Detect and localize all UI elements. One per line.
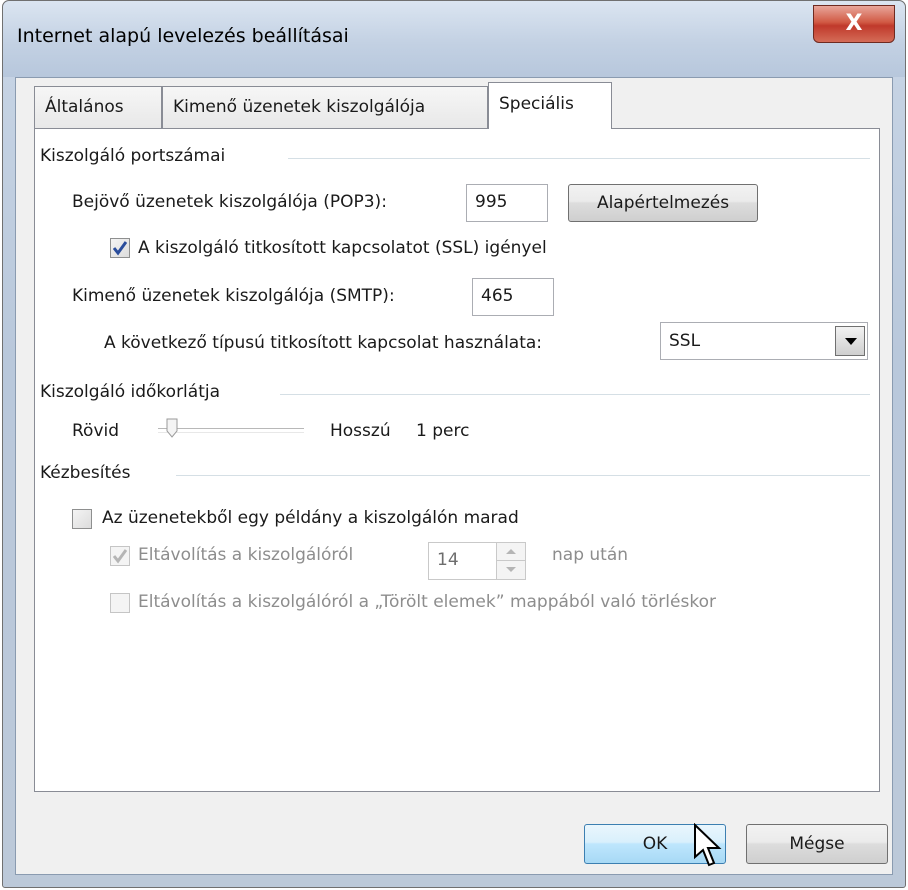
leave-copy-label: Az üzenetekből egy példány a kiszolgálón… bbox=[102, 508, 519, 528]
close-button[interactable]: X bbox=[813, 5, 895, 43]
mouse-pointer-icon bbox=[693, 822, 723, 869]
tab-general[interactable]: Általános bbox=[34, 86, 162, 128]
smtp-port-label: Kimenő üzenetek kiszolgálója (SMTP): bbox=[72, 286, 395, 306]
tab-outgoing-server[interactable]: Kimenő üzenetek kiszolgálója bbox=[162, 86, 488, 128]
divider bbox=[288, 158, 870, 159]
window-title: Internet alapú levelezés beállításai bbox=[17, 25, 349, 47]
tab-general-label: Általános bbox=[45, 97, 124, 117]
encryption-type-select[interactable]: SSL bbox=[660, 322, 868, 360]
smtp-port-input[interactable]: 465 bbox=[472, 278, 554, 316]
ssl-required-checkbox[interactable] bbox=[110, 238, 130, 258]
encryption-type-value: SSL bbox=[669, 331, 701, 351]
group-label-timeout: Kiszolgáló időkorlátja bbox=[40, 382, 227, 402]
spin-up-icon[interactable] bbox=[497, 543, 525, 561]
tab-advanced[interactable]: Speciális bbox=[488, 82, 612, 129]
title-bar: Internet alapú levelezés beállításai X bbox=[3, 1, 905, 77]
timeout-slider-thumb[interactable] bbox=[166, 418, 178, 438]
checkmark-icon bbox=[113, 549, 127, 564]
dialog-window: Internet alapú levelezés beállításai X Á… bbox=[2, 0, 906, 888]
cancel-button[interactable]: Mégse bbox=[746, 824, 888, 864]
tab-page-advanced bbox=[34, 128, 880, 792]
group-label-delivery: Kézbesítés bbox=[40, 463, 137, 483]
ssl-required-label: A kiszolgáló titkosított kapcsolatot (SS… bbox=[138, 238, 547, 258]
days-spinner[interactable] bbox=[496, 542, 526, 580]
pop3-port-input[interactable]: 995 bbox=[466, 184, 548, 222]
divider bbox=[280, 394, 870, 395]
timeout-value-label: 1 perc bbox=[416, 421, 470, 441]
remove-after-label: Eltávolítás a kiszolgálóról bbox=[138, 545, 354, 565]
default-ports-button[interactable]: Alapértelmezés bbox=[568, 184, 758, 222]
remove-deleted-checkbox[interactable] bbox=[110, 593, 130, 613]
leave-copy-checkbox[interactable] bbox=[72, 509, 92, 529]
group-label-ports: Kiszolgáló portszámai bbox=[40, 146, 232, 166]
remove-after-checkbox[interactable] bbox=[110, 546, 130, 566]
days-suffix-label: nap után bbox=[552, 545, 629, 565]
days-input[interactable]: 14 bbox=[428, 542, 498, 580]
close-icon: X bbox=[845, 11, 863, 36]
spin-down-icon[interactable] bbox=[497, 561, 525, 579]
tab-advanced-label: Speciális bbox=[499, 94, 574, 114]
timeout-short-label: Rövid bbox=[72, 421, 120, 441]
tab-outgoing-server-label: Kimenő üzenetek kiszolgálója bbox=[173, 97, 426, 117]
checkmark-icon bbox=[113, 241, 127, 256]
timeout-slider-track[interactable] bbox=[158, 428, 304, 433]
remove-deleted-label: Eltávolítás a kiszolgálóról a „Törölt el… bbox=[138, 592, 716, 612]
pop3-port-label: Bejövő üzenetek kiszolgálója (POP3): bbox=[72, 192, 387, 212]
divider bbox=[176, 475, 870, 476]
encryption-type-label: A következő típusú titkosított kapcsolat… bbox=[104, 333, 543, 353]
chevron-down-icon[interactable] bbox=[835, 326, 865, 356]
timeout-long-label: Hosszú bbox=[330, 421, 391, 441]
